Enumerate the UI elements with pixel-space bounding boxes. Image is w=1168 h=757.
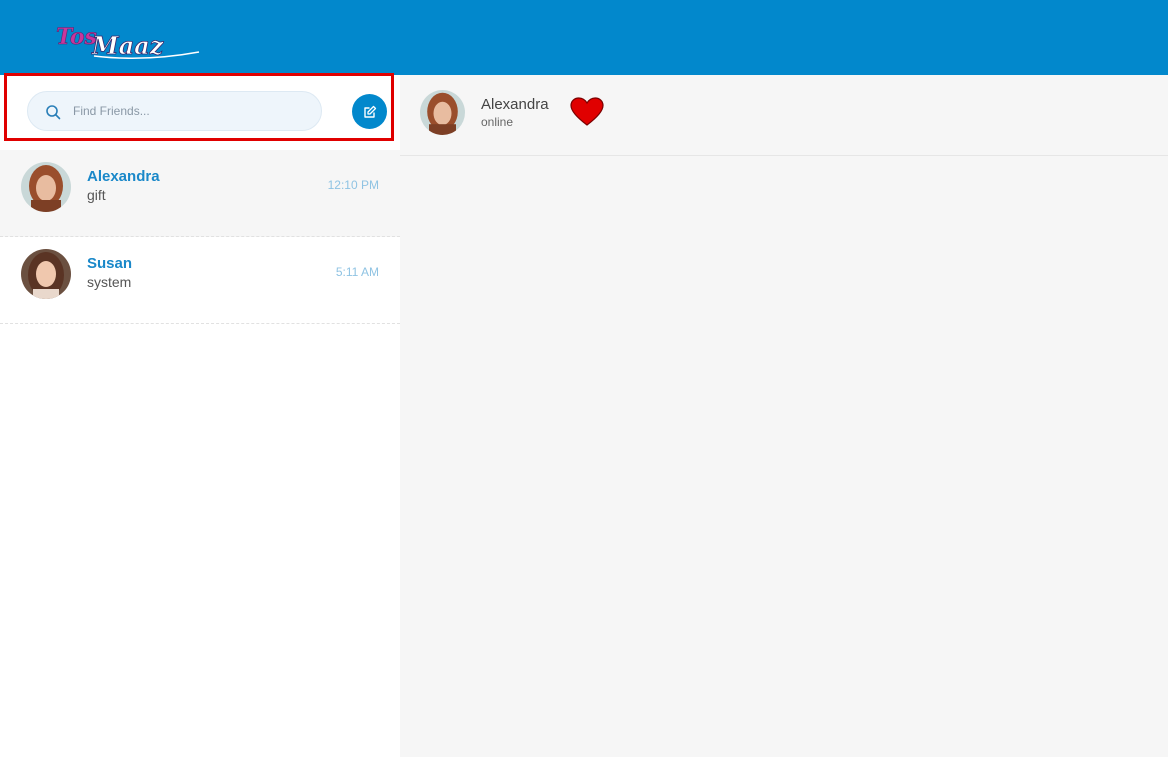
avatar xyxy=(21,162,71,212)
avatar xyxy=(21,249,71,299)
conversation-item[interactable]: Susan system 5:11 AM xyxy=(0,237,400,324)
app-header: Tos Maaz xyxy=(0,0,1168,75)
avatar[interactable] xyxy=(420,90,465,135)
chat-contact-name: Alexandra xyxy=(481,96,549,113)
logo-text-part-1: Tos xyxy=(56,24,97,50)
search-area xyxy=(4,73,394,141)
chat-messages-area xyxy=(400,156,1168,757)
search-icon xyxy=(46,105,61,120)
app-logo[interactable]: Tos Maaz xyxy=(54,22,204,62)
conversation-last-message: gift xyxy=(87,187,106,203)
conversation-time: 12:10 PM xyxy=(327,178,379,192)
chat-header: Alexandra online xyxy=(400,75,1168,156)
edit-icon xyxy=(363,105,376,118)
conversation-name: Alexandra xyxy=(87,168,160,185)
conversation-last-message: system xyxy=(87,274,132,290)
conversation-sidebar: Alexandra gift 12:10 PM Susan system 5:1… xyxy=(0,73,400,757)
logo-text-part-2: Maaz xyxy=(91,31,165,60)
compose-button[interactable] xyxy=(352,94,387,129)
conversation-item[interactable]: Alexandra gift 12:10 PM xyxy=(0,150,400,237)
search-input[interactable] xyxy=(73,92,313,130)
conversation-name: Susan xyxy=(87,255,133,272)
conversation-time: 5:11 AM xyxy=(335,265,379,279)
chat-contact-status: online xyxy=(481,115,514,129)
heart-icon[interactable] xyxy=(570,97,604,127)
search-box[interactable] xyxy=(27,91,322,131)
